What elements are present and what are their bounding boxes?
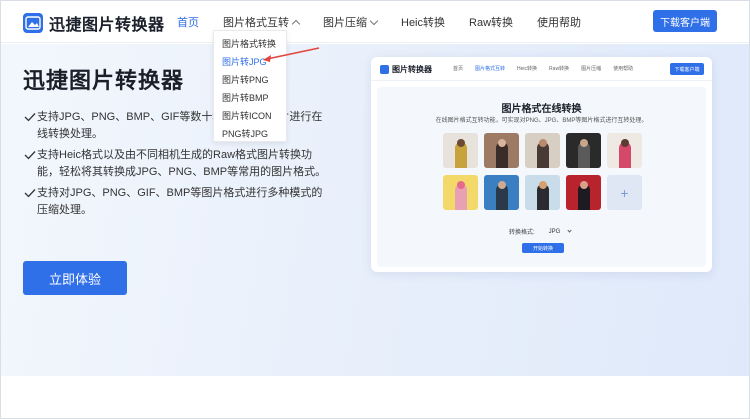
dropdown-item-to-jpg[interactable]: 图片转JPG [214,53,286,71]
dropdown-item-png-to-jpg[interactable]: PNG转JPG [214,125,286,143]
feature-item: 支持Heic格式以及由不同相机生成的Raw格式图片转换功能，轻松将其转换成JPG… [23,147,333,181]
preview-download-button: 下载客户端 [670,63,704,75]
download-client-button[interactable]: 下载客户端 [653,10,717,32]
preview-title: 图片格式在线转换 [501,104,582,115]
preview-header: 图片转换器 首页 图片格式互转 Heic转换 Raw转换 图片压缩 使用帮助 下… [371,57,712,81]
logo[interactable]: 迅捷图片转换器 [23,11,165,35]
dropdown-item-to-png[interactable]: 图片转PNG [214,71,286,89]
feature-text: 支持对JPG、PNG、GIF、BMP等图片格式进行多种模式的压缩处理。 [37,187,323,216]
feature-text: 支持Heic格式以及由不同相机生成的Raw格式图片转换功能，轻松将其转换成JPG… [37,149,327,178]
check-icon [24,113,36,122]
preview-format-label: 转换格式: [509,230,535,236]
preview-nav-item: Heic转换 [517,66,538,72]
footer-area [1,376,749,418]
photo-thumbnail [566,175,601,210]
preview-nav-item: Raw转换 [549,66,570,72]
preview-nav-item: 图片压缩 [581,66,602,72]
nav-help-label: 使用帮助 [537,17,582,29]
nav-heic[interactable]: Heic转换 [401,14,445,30]
image-icon [23,13,43,33]
preview-nav-item: 首页 [453,66,464,72]
preview-nav-item: 图片格式互转 [475,66,506,72]
nav-home-label: 首页 [177,17,199,29]
dropdown-item-to-icon[interactable]: 图片转ICON [214,107,286,125]
photo-thumbnail [525,133,560,168]
photo-thumbnail [525,175,560,210]
photo-thumbnail [443,133,478,168]
preview-start-button: 开始转换 [522,243,564,253]
check-icon [24,189,36,198]
preview-subtitle: 在线图片格式互转功能，可实现对PNG、JPG、BMP等图片格式进行互转处理。 [435,118,648,124]
feature-item: 支持对JPG、PNG、GIF、BMP等图片格式进行多种模式的压缩处理。 [23,185,333,219]
preview-logo: 图片转换器 [380,64,432,75]
nav-raw[interactable]: Raw转换 [469,14,513,30]
preview-format-select: 转换格式: JPG [509,227,572,236]
nav-home[interactable]: 首页 [177,14,199,30]
nav-compress[interactable]: 图片压缩 [323,14,379,30]
preview-nav-item: 使用帮助 [613,66,634,72]
product-preview: 图片转换器 首页 图片格式互转 Heic转换 Raw转换 图片压缩 使用帮助 下… [371,57,712,272]
dropdown-item-to-bmp[interactable]: 图片转BMP [214,89,286,107]
preview-nav: 首页 图片格式互转 Heic转换 Raw转换 图片压缩 使用帮助 [453,65,645,72]
nav-compress-label: 图片压缩 [323,17,367,29]
format-convert-dropdown: 图片格式转换 图片转JPG 图片转PNG 图片转BMP 图片转ICON PNG转… [213,30,287,142]
try-now-button[interactable]: 立即体验 [23,261,127,295]
nav-heic-label: Heic转换 [401,17,446,29]
preview-logo-text: 图片转换器 [392,65,432,74]
preview-thumbnails: + [443,133,645,217]
logo-text: 迅捷图片转换器 [49,17,165,34]
hero-title: 迅捷图片转换器 [23,68,185,93]
add-image-tile: + [607,175,642,210]
nav-help[interactable]: 使用帮助 [537,14,581,30]
chevron-down-icon [567,228,572,233]
chevron-up-icon [291,19,301,28]
nav-format-convert[interactable]: 图片格式互转 [223,14,301,30]
nav-raw-label: Raw转换 [469,17,514,29]
photo-thumbnail [566,133,601,168]
check-icon [24,151,36,160]
photo-thumbnail [443,175,478,210]
photo-thumbnail [484,133,519,168]
photo-thumbnail [484,175,519,210]
nav-format-convert-label: 图片格式互转 [223,17,289,29]
image-icon [380,65,389,74]
preview-format-value: JPG [548,228,561,235]
top-navigation-bar: 迅捷图片转换器 首页 图片格式互转 图片压缩 Heic转换 Raw转换 使用帮助… [1,1,749,43]
page: 迅捷图片转换器 首页 图片格式互转 图片压缩 Heic转换 Raw转换 使用帮助… [0,0,750,419]
plus-icon: + [620,184,629,201]
photo-thumbnail [607,133,642,168]
chevron-down-icon [369,16,379,25]
dropdown-item-format-convert[interactable]: 图片格式转换 [214,35,286,53]
feature-text: 支持JPG、PNG、BMP、GIF等数十种常见格式图片进行在线转换处理。 [37,111,323,140]
